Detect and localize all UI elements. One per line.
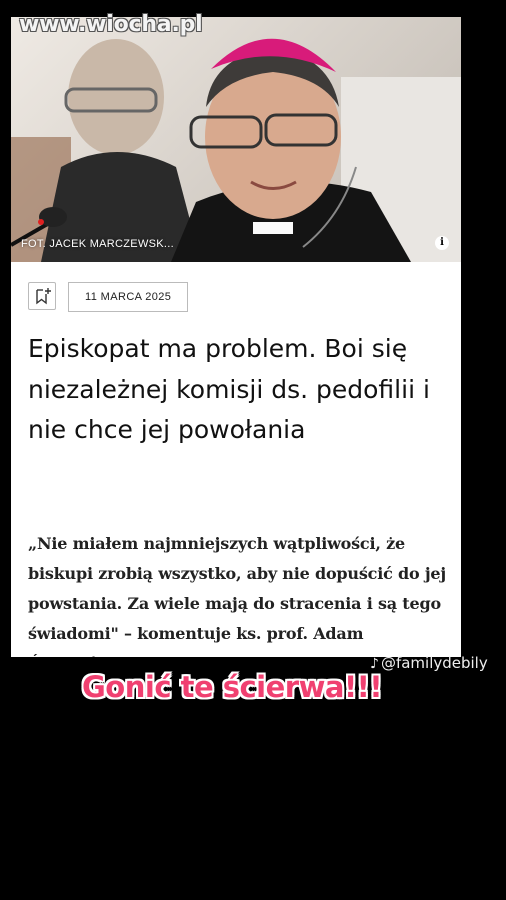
photo-illustration xyxy=(11,38,461,262)
article-photo[interactable]: FOT. JACEK MARCZEWSK... i xyxy=(11,17,461,262)
bookmark-add-icon xyxy=(36,288,51,305)
overlay-caption: Gonić te ścierwa!!! xyxy=(82,670,383,704)
photo-credit: FOT. JACEK MARCZEWSK... xyxy=(21,238,174,250)
handle-text: @familydebily xyxy=(380,654,488,672)
publish-date: 11 MARCA 2025 xyxy=(68,282,189,312)
site-watermark: www.wiocha.pl xyxy=(19,12,203,37)
article-lead: „Nie miałem najmniejszych wątpliwości, ż… xyxy=(28,534,446,657)
info-icon[interactable]: i xyxy=(435,236,449,250)
article-card: FOT. JACEK MARCZEWSK... i 11 MARCA 2025 … xyxy=(11,17,461,657)
article-headline[interactable]: Episkopat ma problem. Boi się niezależne… xyxy=(28,329,448,451)
creator-handle: ♪ @familydebily xyxy=(370,654,488,672)
bookmark-button[interactable] xyxy=(28,282,56,310)
